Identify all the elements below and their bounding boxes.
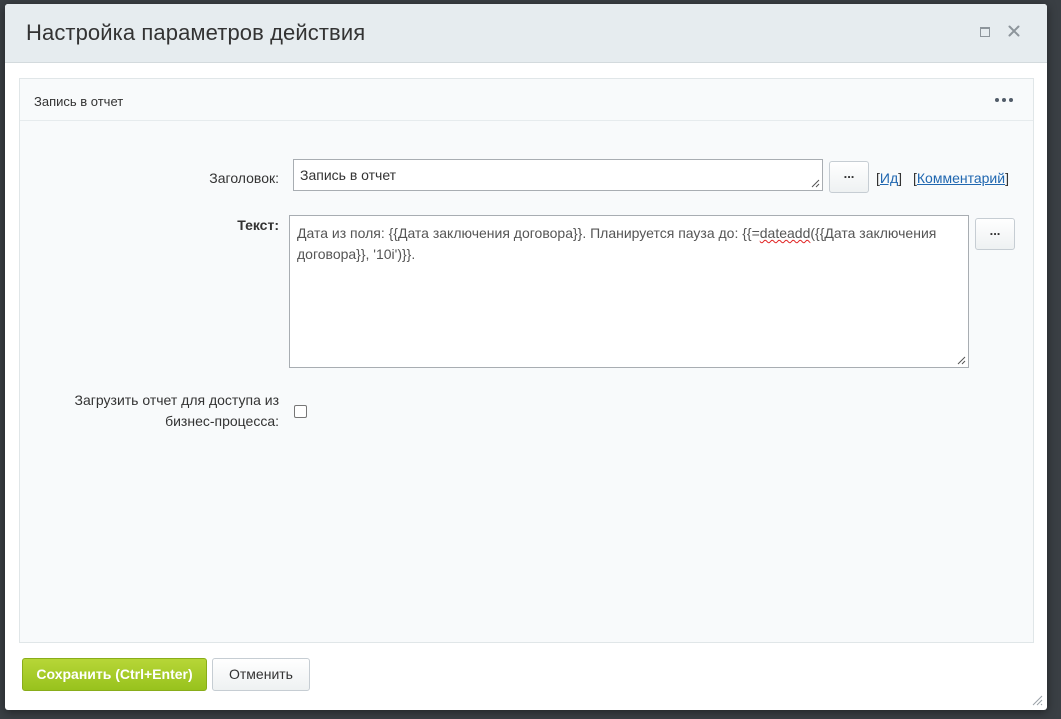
text-value-part1: Дата из поля: {{Дата заключения договора… — [297, 225, 760, 241]
upload-report-checkbox[interactable] — [294, 405, 307, 418]
more-options-button[interactable] — [993, 93, 1017, 107]
activity-panel: Запись в отчет Заголовок: Запись в отчет… — [19, 78, 1034, 643]
text-value-spellcheck: dateadd — [759, 225, 811, 241]
heading-input[interactable]: Запись в отчет — [293, 159, 823, 191]
resize-grip-icon[interactable] — [956, 355, 966, 365]
comment-link-group: [Комментарий] — [913, 170, 1009, 186]
panel-header: Запись в отчет — [20, 79, 1033, 121]
text-label: Текст: — [237, 217, 279, 233]
panel-title: Запись в отчет — [34, 94, 124, 109]
comment-link[interactable]: Комментарий — [917, 170, 1005, 186]
close-button[interactable] — [1005, 22, 1023, 40]
dialog-titlebar: Настройка параметров действия — [5, 4, 1047, 63]
close-icon — [1008, 25, 1020, 37]
save-button[interactable]: Сохранить (Ctrl+Enter) — [22, 658, 207, 691]
maximize-button[interactable] — [976, 22, 994, 40]
heading-input-value: Запись в отчет — [300, 167, 397, 183]
heading-insert-button[interactable]: ... — [829, 161, 869, 193]
maximize-icon — [980, 27, 990, 37]
text-textarea[interactable]: Дата из поля: {{Дата заключения договора… — [289, 215, 969, 368]
upload-report-label: Загрузить отчет для доступа из бизнес-пр… — [39, 390, 279, 432]
resize-grip-icon[interactable] — [1030, 693, 1043, 706]
upload-label-line1: Загрузить отчет для доступа из — [74, 392, 279, 408]
heading-label: Заголовок: — [209, 170, 279, 186]
dialog-title: Настройка параметров действия — [26, 20, 366, 45]
action-settings-dialog: Настройка параметров действия Запись в о… — [5, 4, 1047, 710]
text-insert-button[interactable]: ... — [975, 218, 1015, 250]
resize-grip-icon[interactable] — [810, 178, 820, 188]
id-link-group: [Ид] — [876, 170, 903, 186]
upload-label-line2: бизнес-процесса: — [165, 413, 279, 429]
cancel-button[interactable]: Отменить — [212, 658, 310, 691]
id-link[interactable]: Ид — [880, 170, 898, 186]
